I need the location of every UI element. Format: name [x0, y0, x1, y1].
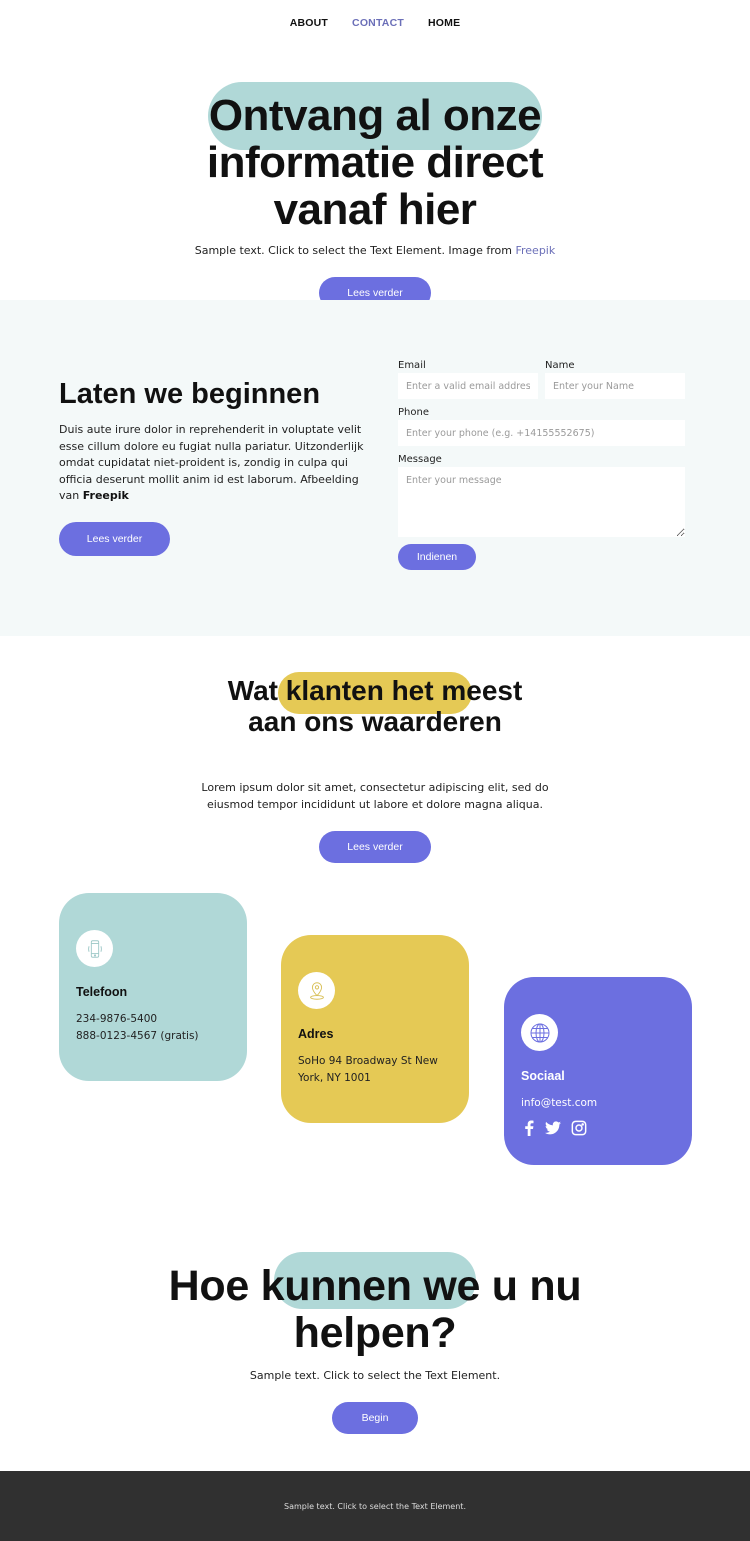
address-card-text: SoHo 94 Broadway St New York, NY 1001 — [298, 1055, 438, 1084]
message-label: Message — [398, 454, 442, 465]
twitter-icon[interactable] — [545, 1121, 561, 1135]
nav-item-home[interactable]: HOME — [428, 17, 460, 29]
phone-card-title: Telefoon — [76, 985, 128, 999]
top-nav: ABOUT CONTACT HOME — [0, 0, 750, 45]
phone-card-text: 234-9876-5400 888-0123-4567 (gratis) — [76, 1011, 236, 1044]
social-card-title: Sociaal — [521, 1069, 565, 1083]
testimonials-text: Lorem ipsum dolor sit amet, consectetur … — [201, 781, 549, 811]
name-label: Name — [545, 360, 575, 371]
submit-button[interactable]: Indienen — [398, 544, 476, 570]
phone-label: Phone — [398, 407, 429, 418]
contact-read-more-button[interactable]: Lees verder — [59, 522, 170, 556]
hero-subtitle-text: Sample text. Click to select the Text El… — [194, 244, 516, 257]
globe-icon — [521, 1014, 558, 1051]
freepik-link[interactable]: Freepik — [515, 244, 555, 257]
phone-card: Telefoon 234-9876-5400 888-0123-4567 (gr… — [59, 893, 247, 1081]
contact-section-text: Duis aute irure dolor in reprehenderit i… — [59, 422, 364, 505]
phone-number-tollfree: 888-0123-4567 (gratis) — [76, 1029, 199, 1042]
contact-section: Laten we beginnen Duis aute irure dolor … — [0, 300, 750, 636]
social-links — [523, 1120, 587, 1136]
hero-subtitle: Sample text. Click to select the Text El… — [0, 244, 750, 257]
address-card: Adres SoHo 94 Broadway St New York, NY 1… — [281, 935, 469, 1123]
social-card: Sociaal info@test.com — [504, 977, 692, 1165]
address-card-title: Adres — [298, 1027, 334, 1041]
social-email[interactable]: info@test.com — [521, 1095, 681, 1112]
footer: Sample text. Click to select the Text El… — [0, 1471, 750, 1541]
instagram-icon[interactable] — [571, 1120, 587, 1136]
email-field[interactable] — [398, 373, 538, 399]
help-subtitle: Sample text. Click to select the Text El… — [249, 1369, 501, 1382]
contact-section-credit: Freepik — [82, 489, 129, 502]
help-title: Hoe kunnen we u nu helpen? — [168, 1262, 582, 1357]
testimonials-title: Wat klanten het meest aan ons waarderen — [227, 675, 523, 737]
location-pin-icon — [298, 972, 335, 1009]
footer-text: Sample text. Click to select the Text El… — [284, 1501, 466, 1511]
name-field[interactable] — [545, 373, 685, 399]
testimonials-read-more-button[interactable]: Lees verder — [319, 831, 431, 863]
begin-button[interactable]: Begin — [332, 1402, 418, 1434]
message-field[interactable] — [398, 467, 685, 537]
hero-title: Ontvang al onze informatie direct vanaf … — [206, 91, 544, 234]
phone-number-main: 234-9876-5400 — [76, 1013, 158, 1025]
phone-field[interactable] — [398, 420, 685, 446]
contact-section-title: Laten we beginnen — [59, 378, 321, 410]
email-label: Email — [398, 360, 426, 371]
nav-item-contact[interactable]: CONTACT — [352, 17, 404, 29]
facebook-icon[interactable] — [523, 1120, 535, 1136]
phone-icon — [76, 930, 113, 967]
nav-item-about[interactable]: ABOUT — [290, 17, 328, 29]
